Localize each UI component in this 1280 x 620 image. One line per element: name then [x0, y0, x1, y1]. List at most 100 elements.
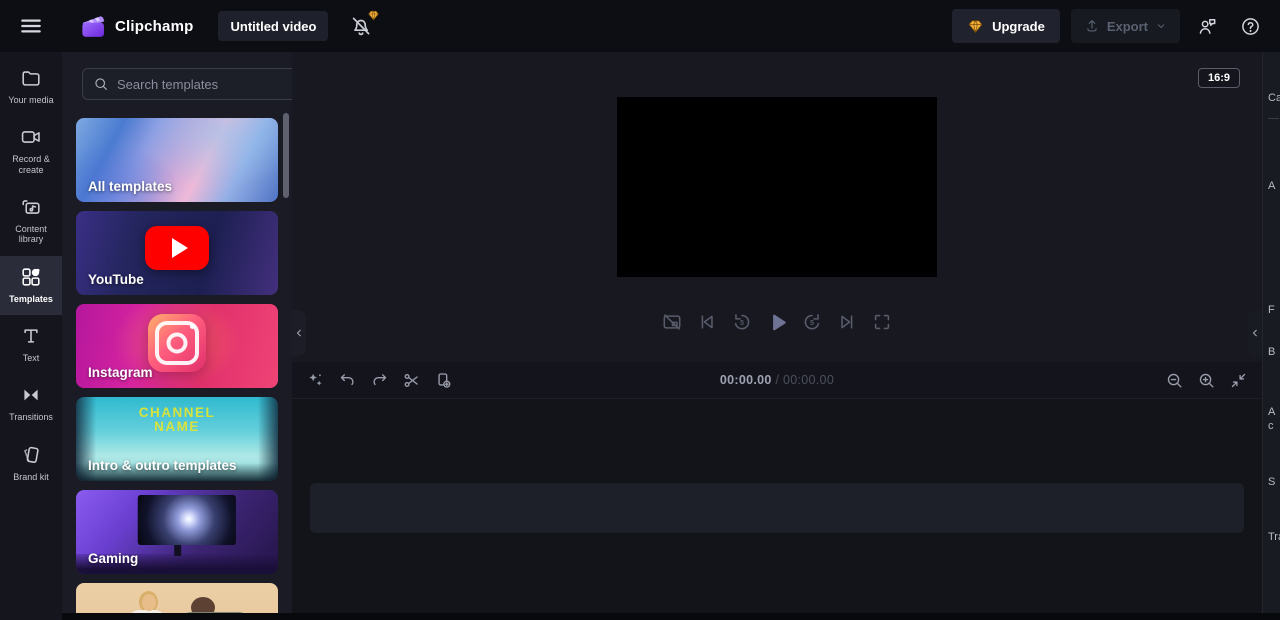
sidebar-item-label: Text — [22, 353, 40, 364]
picture-in-picture-button[interactable] — [660, 310, 684, 334]
skip-end-icon — [836, 311, 858, 333]
template-card-label: Gaming — [88, 551, 139, 566]
right-panel-strip: Ca A F B Ac S Tra — [1262, 52, 1280, 620]
magic-icon — [306, 371, 325, 390]
help-button[interactable] — [1234, 10, 1266, 42]
timeline-zoom-in-button[interactable] — [1197, 371, 1216, 390]
forward-5-icon: 5 — [801, 311, 823, 333]
sidebar-item-text[interactable]: Text — [0, 315, 62, 374]
rewind-5-icon: 5 — [731, 311, 753, 333]
play-button[interactable] — [765, 310, 789, 334]
template-card-all-templates[interactable]: All templates — [76, 118, 278, 202]
timeline-tools — [306, 371, 453, 390]
template-card-label: Intro & outro templates — [88, 458, 237, 473]
sidebar-item-label: Record & create — [12, 154, 50, 175]
bottom-edge — [62, 613, 1280, 620]
right-panel-truncated-label: A — [1268, 406, 1276, 418]
project-title-input[interactable]: Untitled video — [218, 11, 329, 41]
scissors-icon — [402, 371, 421, 390]
panel-scrollbar[interactable] — [283, 113, 289, 198]
instagram-logo — [148, 313, 206, 372]
gaming-monitor — [137, 495, 236, 545]
collapse-right-panel-button[interactable] — [1248, 310, 1262, 356]
sidebar-item-record-create[interactable]: Record & create — [0, 116, 62, 186]
gem-icon — [967, 18, 984, 35]
forward-5s-button[interactable]: 5 — [800, 310, 824, 334]
video-preview-frame[interactable] — [617, 97, 937, 277]
skip-to-start-button[interactable] — [695, 310, 719, 334]
chevron-left-icon — [1249, 327, 1261, 339]
right-panel-divider — [1268, 118, 1279, 119]
search-row — [62, 52, 292, 108]
split-button[interactable] — [402, 371, 421, 390]
header-actions: Upgrade Export — [952, 9, 1266, 43]
feedback-person-icon — [1197, 16, 1218, 37]
fullscreen-icon — [871, 311, 893, 333]
clipchamp-logo-icon — [79, 13, 106, 40]
template-card-intro-outro-templates[interactable]: CHANNEL NAME Intro & outro templates — [76, 397, 278, 481]
zoom-in-icon — [1197, 371, 1216, 390]
collapse-panel-button[interactable] — [292, 310, 306, 356]
skip-to-end-button[interactable] — [835, 310, 859, 334]
search-icon — [93, 76, 109, 92]
text-icon — [20, 325, 42, 347]
right-panel-truncated-label: Ca — [1268, 92, 1280, 104]
sidebar-item-transitions[interactable]: Transitions — [0, 374, 62, 433]
sidebar-item-label: Transitions — [9, 412, 53, 423]
current-time: 00:00.00 — [719, 373, 772, 387]
template-card-instagram[interactable]: Instagram — [76, 304, 278, 388]
template-card-gaming[interactable]: Gaming — [76, 490, 278, 574]
timeline: 00:00.00 / 00:00.00 — [292, 362, 1262, 620]
export-button[interactable]: Export — [1070, 9, 1180, 43]
pip-off-icon — [661, 311, 683, 333]
svg-text:5: 5 — [810, 320, 814, 327]
upgrade-label: Upgrade — [992, 18, 1045, 34]
timeline-zoom-out-button[interactable] — [1165, 371, 1184, 390]
fullscreen-button[interactable] — [870, 310, 894, 334]
right-panel-truncated-label: S — [1268, 476, 1276, 488]
skip-start-icon — [696, 311, 718, 333]
search-templates-input[interactable] — [117, 76, 292, 92]
duplicate-icon — [434, 371, 453, 390]
timecode: 00:00.00 / 00:00.00 — [720, 373, 834, 387]
brand-kit-icon — [20, 444, 42, 466]
timeline-zoom-tools — [1165, 371, 1248, 390]
template-card-label: All templates — [88, 179, 173, 194]
upgrade-button[interactable]: Upgrade — [952, 9, 1060, 43]
sidebar-item-templates[interactable]: Templates — [0, 255, 62, 316]
redo-icon — [370, 371, 389, 390]
notifications-off-icon[interactable] — [349, 10, 380, 38]
redo-button[interactable] — [370, 371, 389, 390]
transitions-icon — [20, 384, 42, 406]
undo-button[interactable] — [338, 371, 357, 390]
fit-timeline-button[interactable] — [1229, 371, 1248, 390]
right-panel-truncated-label: Tra — [1268, 531, 1280, 543]
left-sidebar: Your media Record & create Content library… — [0, 52, 62, 620]
right-panel-truncated-label: B — [1268, 346, 1276, 358]
sidebar-item-label: Brand kit — [13, 471, 49, 482]
duplicate-button[interactable] — [434, 371, 453, 390]
brand-name: Clipchamp — [115, 17, 194, 35]
timeline-track[interactable] — [310, 483, 1244, 533]
right-panel-truncated-label: F — [1268, 304, 1275, 316]
preview-area: 16:9 5 5 — [292, 52, 1262, 362]
sidebar-item-label: Templates — [9, 293, 53, 304]
record-create-icon — [20, 126, 42, 148]
suggestions-button[interactable] — [306, 371, 325, 390]
right-panel-truncated-label: A — [1268, 180, 1276, 192]
zoom-out-icon — [1165, 371, 1184, 390]
hamburger-menu-icon[interactable] — [18, 13, 44, 39]
sidebar-item-your-media[interactable]: Your media — [0, 57, 62, 116]
sidebar-item-content-library[interactable]: Content library — [0, 186, 62, 256]
sidebar-item-brand-kit[interactable]: Brand kit — [0, 434, 62, 493]
aspect-ratio-badge[interactable]: 16:9 — [1197, 68, 1240, 88]
sidebar-item-label: Your media — [8, 95, 54, 105]
feedback-button[interactable] — [1191, 10, 1223, 42]
export-label: Export — [1106, 18, 1148, 34]
rewind-5s-button[interactable]: 5 — [730, 310, 754, 334]
template-card-label: YouTube — [88, 272, 144, 287]
svg-text:5: 5 — [740, 320, 744, 327]
template-card-youtube[interactable]: YouTube — [76, 211, 278, 295]
templates-icon — [20, 266, 42, 288]
right-panel-truncated-label: c — [1268, 420, 1274, 432]
